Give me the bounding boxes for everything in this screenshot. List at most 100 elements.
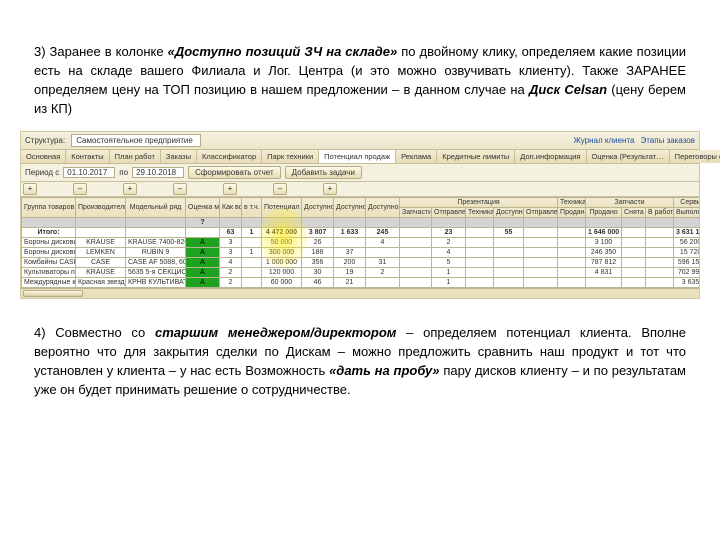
cell: Итого:: [22, 228, 76, 238]
date-to-input[interactable]: 29.10.2018: [132, 167, 184, 178]
cell: [622, 278, 646, 288]
col-header: Как всего: [220, 198, 242, 218]
cell: 1: [432, 268, 466, 278]
cell: [622, 228, 646, 238]
tab-11[interactable]: Переговоры с пост…: [670, 150, 720, 163]
col-subheader: Продано: [586, 208, 622, 218]
table-row[interactable]: Междурядные кулКрасная звездаКРНВ КУЛЬТИ…: [22, 278, 700, 288]
table-row[interactable]: Бороны дисковыеLEMKENRUBIN 9A31300 00018…: [22, 248, 700, 258]
cell: CASE: [76, 258, 126, 268]
scrollbar-thumb[interactable]: [23, 290, 83, 297]
tab-8[interactable]: Кредитные лимиты: [437, 150, 515, 163]
cell: 5: [432, 258, 466, 268]
tab-9[interactable]: Доп.информация: [515, 150, 586, 163]
col-group-header: Техника: [558, 198, 586, 208]
cell: [494, 268, 524, 278]
cell: 1 000 000: [262, 258, 302, 268]
cell: [400, 278, 432, 288]
cell: RUBIN 9: [126, 248, 186, 258]
tab-4[interactable]: Классификатор: [197, 150, 262, 163]
table-row[interactable]: Комбайны CASECASECASE AF 5088, 6088,A41 …: [22, 258, 700, 268]
link-client-journal[interactable]: Журнал клиента: [573, 136, 634, 145]
cell: [400, 258, 432, 268]
filter-cell[interactable]: ?: [186, 218, 220, 228]
tab-2[interactable]: План работ: [110, 150, 161, 163]
cell: 1 646 000: [586, 228, 622, 238]
expand-toggle-3[interactable]: –: [173, 183, 187, 195]
cell: [126, 228, 186, 238]
cell: 4 472 000: [262, 228, 302, 238]
horizontal-scrollbar[interactable]: [21, 288, 699, 298]
link-order-stages[interactable]: Этапы заказов: [640, 136, 695, 145]
cell: [524, 228, 558, 238]
cell: [334, 238, 366, 248]
cell: [466, 258, 494, 268]
structure-label: Структура:: [25, 136, 65, 145]
col-group-header: Презентация: [400, 198, 558, 208]
tab-6[interactable]: Потенциал продаж: [319, 150, 396, 163]
col-header: Группа товаров: [22, 198, 76, 218]
col-subheader: Доступно КП: [494, 208, 524, 218]
expand-toggle-0[interactable]: +: [23, 183, 37, 195]
cell: Бороны дисковые: [22, 248, 76, 258]
main-tabs: ОсновнаяКонтактыПлан работЗаказыКлассифи…: [21, 150, 699, 164]
cell: Бороны дисковые: [22, 238, 76, 248]
cell: 4: [366, 238, 400, 248]
date-from-input[interactable]: 01.10.2017: [63, 167, 115, 178]
cell: Красная звезда: [76, 278, 126, 288]
cell: A: [186, 268, 220, 278]
expand-toggle-1[interactable]: –: [73, 183, 87, 195]
cell: 3: [220, 238, 242, 248]
cell: Культиваторы пре: [22, 268, 76, 278]
structure-dropdown[interactable]: Самостоятельное предприятие: [71, 134, 201, 147]
cell: Комбайны CASE: [22, 258, 76, 268]
cell: [622, 258, 646, 268]
cell: [242, 278, 262, 288]
cell: 4: [220, 258, 242, 268]
cell: KRAUSE 7400-8200: [126, 238, 186, 248]
instruction-paragraph-4: 4) Совместно со старшим менеджером/дирек…: [0, 312, 720, 399]
col-subheader: В работе: [646, 208, 674, 218]
col-group-header: Запчасти: [586, 198, 674, 208]
cell: 3 807: [302, 228, 334, 238]
col-header: Доступно позиций ЗЧ по спец.акциям: [366, 198, 400, 218]
cell: [646, 268, 674, 278]
cell: [242, 268, 262, 278]
cell: [524, 238, 558, 248]
tab-5[interactable]: Парк техники: [262, 150, 319, 163]
cell: [622, 238, 646, 248]
period-label: Период с: [25, 168, 59, 177]
col-header: в т.ч. ЛБР: [242, 198, 262, 218]
col-header: Доступно позиций ЗЧ на складе: [302, 198, 334, 218]
cell: Междурядные кул: [22, 278, 76, 288]
cell: 2: [220, 278, 242, 288]
col-subheader: Отправлено КП: [432, 208, 466, 218]
generate-report-button[interactable]: Сформировать отчет: [188, 166, 281, 179]
col-header: Оценка модельного ряда: [186, 198, 220, 218]
tab-7[interactable]: Реклама: [396, 150, 437, 163]
date-separator: по: [119, 168, 128, 177]
expand-toggle-2[interactable]: +: [123, 183, 137, 195]
table-row[interactable]: Бороны дисковыеKRAUSEKRAUSE 7400-8200A35…: [22, 238, 700, 248]
add-tasks-button[interactable]: Добавить задачи: [285, 166, 362, 179]
expand-toggle-4[interactable]: +: [223, 183, 237, 195]
cell: [622, 248, 646, 258]
tab-10[interactable]: Оценка (Результат…: [587, 150, 670, 163]
tab-3[interactable]: Заказы: [161, 150, 197, 163]
cell: [646, 248, 674, 258]
cell: 5635 5-я СЕКЦИОННЫ: [126, 268, 186, 278]
cell: [400, 238, 432, 248]
tab-1[interactable]: Контакты: [66, 150, 109, 163]
cell: [646, 238, 674, 248]
cell: [242, 258, 262, 268]
cell: 188: [302, 248, 334, 258]
cell: [622, 268, 646, 278]
cell: [466, 228, 494, 238]
table-row[interactable]: Культиваторы преKRAUSE5635 5-я СЕКЦИОННЫ…: [22, 268, 700, 278]
tab-0[interactable]: Основная: [21, 150, 66, 163]
cell: [558, 258, 586, 268]
expand-toggle-6[interactable]: +: [323, 183, 337, 195]
col-subheader: Выполне: [674, 208, 699, 218]
cell: 4: [432, 248, 466, 258]
expand-toggle-5[interactable]: –: [273, 183, 287, 195]
